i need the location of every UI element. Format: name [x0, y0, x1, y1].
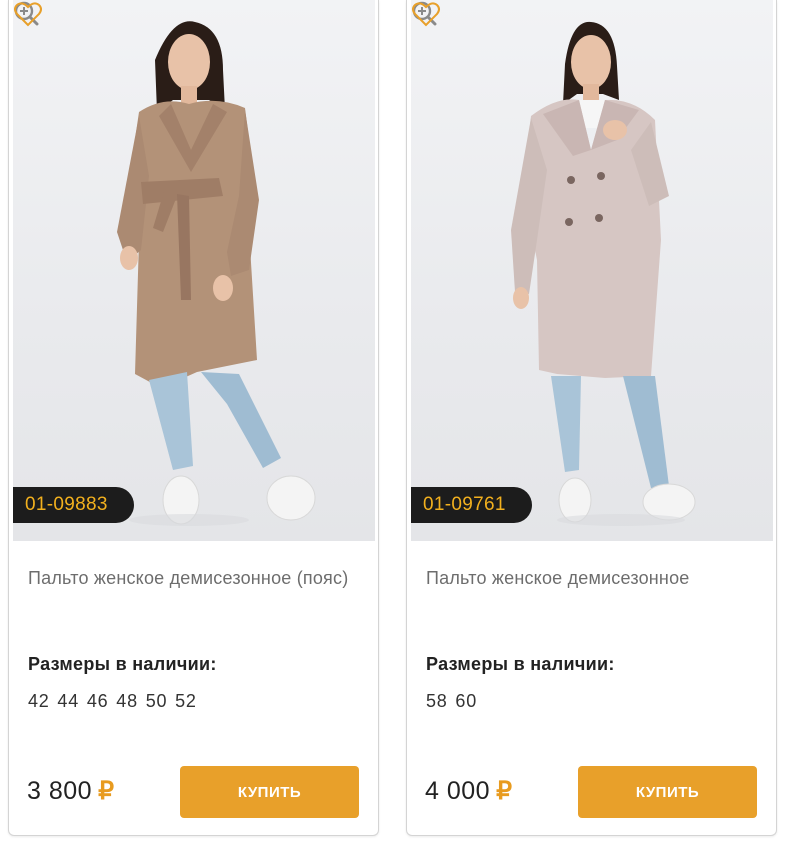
sizes-list: 42 44 46 48 50 52 [28, 691, 197, 711]
sku-badge: 01-09883 [13, 487, 134, 523]
price: 3 800 ₽ [27, 776, 114, 806]
sizes-label: Размеры в наличии: [426, 654, 615, 674]
buy-button[interactable]: КУПИТЬ [578, 766, 757, 818]
product-photo[interactable]: 01-09761 [411, 0, 773, 541]
model-illustration [117, 21, 316, 526]
model-illustration [511, 21, 696, 526]
sizes-list: 58 60 [426, 691, 478, 711]
heart-icon[interactable] [411, 0, 441, 28]
product-title[interactable]: Пальто женское демисезонное [426, 566, 756, 590]
product-card: 01-09883 Пальто женское демисезонное (по… [8, 0, 379, 836]
product-title[interactable]: Пальто женское демисезонное (пояс) [28, 566, 358, 590]
price-value: 4 000 [425, 777, 491, 805]
ruble-icon: ₽ [496, 777, 513, 805]
price-value: 3 800 [27, 777, 93, 805]
product-photo[interactable]: 01-09883 [13, 0, 375, 541]
heart-icon[interactable] [13, 0, 43, 28]
sizes-label: Размеры в наличии: [28, 654, 217, 674]
ruble-icon: ₽ [98, 777, 115, 805]
buy-button[interactable]: КУПИТЬ [180, 766, 359, 818]
sku-badge: 01-09761 [411, 487, 532, 523]
price: 4 000 ₽ [425, 776, 512, 806]
product-card: 01-09761 Пальто женское демисезонное Раз… [406, 0, 777, 836]
